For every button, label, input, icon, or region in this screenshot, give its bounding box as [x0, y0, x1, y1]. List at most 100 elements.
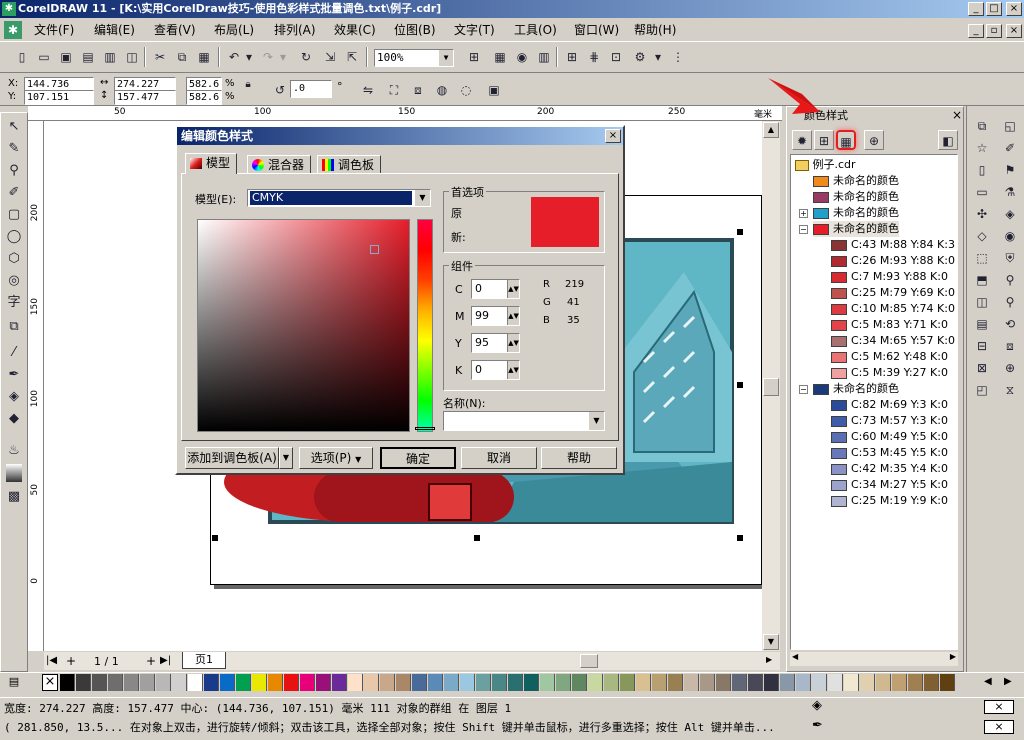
- doc-icon[interactable]: ▭: [972, 182, 992, 202]
- corel-online-icon[interactable]: ◉: [512, 47, 532, 67]
- palette-swatch[interactable]: [76, 674, 91, 691]
- cut-icon[interactable]: ✂: [150, 47, 170, 67]
- expand-toggle-icon[interactable]: −: [799, 385, 808, 394]
- palette-swatch[interactable]: [188, 674, 203, 691]
- interactive-fill-icon[interactable]: ◆: [3, 408, 25, 430]
- palette-swatch[interactable]: [284, 674, 299, 691]
- color-style-item[interactable]: C:25 M:19 Y:9 K:0: [831, 493, 948, 509]
- toolbar-more-icon[interactable]: ⋮: [668, 47, 688, 67]
- palette-swatch[interactable]: [700, 674, 715, 691]
- palette-swatch[interactable]: [780, 674, 795, 691]
- y-spinner[interactable]: 95 ▲▼: [471, 333, 520, 353]
- combine-icon[interactable]: ◍: [432, 80, 452, 100]
- app-launcher-icon[interactable]: ▦: [490, 47, 510, 67]
- auto-create-icon[interactable]: ⊕: [864, 130, 884, 150]
- selection-handle[interactable]: [474, 535, 480, 541]
- fill-panel-icon[interactable]: ◈: [1000, 204, 1020, 224]
- palette-swatch[interactable]: [684, 674, 699, 691]
- menu-view[interactable]: 查看(V): [154, 22, 196, 38]
- open-icon[interactable]: ▭: [34, 47, 54, 67]
- color-style-item[interactable]: C:53 M:45 Y:5 K:0: [831, 445, 948, 461]
- panel-scroll-left-icon[interactable]: ◀: [792, 652, 798, 661]
- zoom-out-icon[interactable]: ⚲: [1000, 292, 1020, 312]
- tab-model[interactable]: 模型: [185, 153, 238, 174]
- color-style-item[interactable]: C:60 M:49 Y:5 K:0: [831, 429, 948, 445]
- doc-restore-button[interactable]: ▫: [986, 24, 1002, 38]
- expand-toggle-icon[interactable]: −: [799, 225, 808, 234]
- options-icon[interactable]: ⚙: [630, 47, 650, 67]
- scroll-thumb[interactable]: [763, 378, 779, 396]
- palette-swatch[interactable]: [60, 674, 75, 691]
- new-child-style-icon[interactable]: ⊞: [814, 130, 834, 150]
- docker-options-icon[interactable]: ◧: [938, 130, 958, 150]
- palette-swatch[interactable]: [844, 674, 859, 691]
- palette-swatch[interactable]: [588, 674, 603, 691]
- palette-swatch[interactable]: [236, 674, 251, 691]
- scroll-right-icon[interactable]: ▶: [766, 655, 772, 664]
- selection-handle[interactable]: [737, 229, 743, 235]
- help-button[interactable]: 帮助: [541, 447, 617, 469]
- zoom-in-icon[interactable]: ⚲: [1000, 270, 1020, 290]
- palette-swatch[interactable]: [140, 674, 155, 691]
- palette-swatch[interactable]: [124, 674, 139, 691]
- c-spin-arrows-icon[interactable]: ▲▼: [507, 280, 519, 298]
- h-scroll-thumb[interactable]: [580, 654, 598, 668]
- quad2-icon[interactable]: ◱: [1000, 116, 1020, 136]
- shape-tool-icon[interactable]: ✎: [3, 138, 25, 160]
- page-tab[interactable]: 页1: [182, 652, 226, 669]
- save-icon[interactable]: ▣: [56, 47, 76, 67]
- palette-swatch[interactable]: [396, 674, 411, 691]
- menu-arrange[interactable]: 排列(A): [274, 22, 316, 38]
- polygon-tool-icon[interactable]: ⬡: [3, 248, 25, 270]
- palette-swatch[interactable]: [332, 674, 347, 691]
- palette-swatch[interactable]: [876, 674, 891, 691]
- hue-slider[interactable]: [417, 219, 433, 432]
- panel-scroll-right-icon[interactable]: ▶: [950, 652, 956, 661]
- eyedropper-icon[interactable]: ⁄: [3, 342, 25, 364]
- palette-swatch[interactable]: [108, 674, 123, 691]
- palette-swatch[interactable]: [364, 674, 379, 691]
- vertical-ruler[interactable]: [28, 121, 44, 651]
- color-style-tree[interactable]: 例子.cdr 未命名的颜色 未命名的颜色 + 未命名的颜色 − 未命名的颜色 C:43 M:…: [790, 154, 958, 650]
- palette-swatch[interactable]: [796, 674, 811, 691]
- redo-icon[interactable]: ↷: [258, 47, 278, 67]
- copy-icon[interactable]: ⧉: [172, 47, 192, 67]
- selection-handle[interactable]: [737, 535, 743, 541]
- rotate-icon[interactable]: ↺: [270, 80, 290, 100]
- palette-swatch[interactable]: [172, 674, 187, 691]
- options-dropdown-icon[interactable]: ▾: [652, 47, 664, 67]
- pick-tool-icon[interactable]: ↖: [3, 116, 25, 138]
- export-icon[interactable]: ⇱: [342, 47, 362, 67]
- grid-icon[interactable]: ⊞: [562, 47, 582, 67]
- palette-swatch[interactable]: [476, 674, 491, 691]
- print-preview-icon[interactable]: ▥: [100, 47, 120, 67]
- color-style-item[interactable]: C:10 M:85 Y:74 K:0: [831, 301, 955, 317]
- palette-swatch[interactable]: [540, 674, 555, 691]
- k-spin-arrows-icon[interactable]: ▲▼: [507, 361, 519, 379]
- selection-handle[interactable]: [212, 535, 218, 541]
- group-panel-icon[interactable]: ◫: [972, 292, 992, 312]
- snap-icon[interactable]: ⊡: [606, 47, 626, 67]
- dialog-close-button[interactable]: ×: [605, 129, 621, 143]
- menu-window[interactable]: 窗口(W): [574, 22, 619, 38]
- palette-swatch[interactable]: [300, 674, 315, 691]
- palette-swatch[interactable]: [828, 674, 843, 691]
- menu-tools[interactable]: 工具(O): [514, 22, 557, 38]
- color-style-item[interactable]: C:5 M:83 Y:71 K:0: [831, 317, 948, 333]
- convert-curves-icon[interactable]: ▣: [484, 80, 504, 100]
- palette-swatch[interactable]: [444, 674, 459, 691]
- palette-swatch[interactable]: [508, 674, 523, 691]
- k-spinner[interactable]: 0 ▲▼: [471, 360, 520, 380]
- add-page-icon[interactable]: +: [66, 654, 76, 668]
- color-style-item[interactable]: C:42 M:35 Y:4 K:0: [831, 461, 948, 477]
- palette-swatch[interactable]: [380, 674, 395, 691]
- palette-swatch[interactable]: [764, 674, 779, 691]
- palette-swatch[interactable]: [908, 674, 923, 691]
- palette-swatch[interactable]: [412, 674, 427, 691]
- scroll-down-icon[interactable]: ▼: [763, 634, 779, 650]
- ellipse-tool-icon[interactable]: ◯: [3, 226, 25, 248]
- palette-swatch[interactable]: [252, 674, 267, 691]
- palette-scroll-icon[interactable]: ◀: [984, 676, 992, 687]
- add-node-icon[interactable]: ⊕: [1000, 358, 1020, 378]
- refresh-icon[interactable]: ↻: [296, 47, 316, 67]
